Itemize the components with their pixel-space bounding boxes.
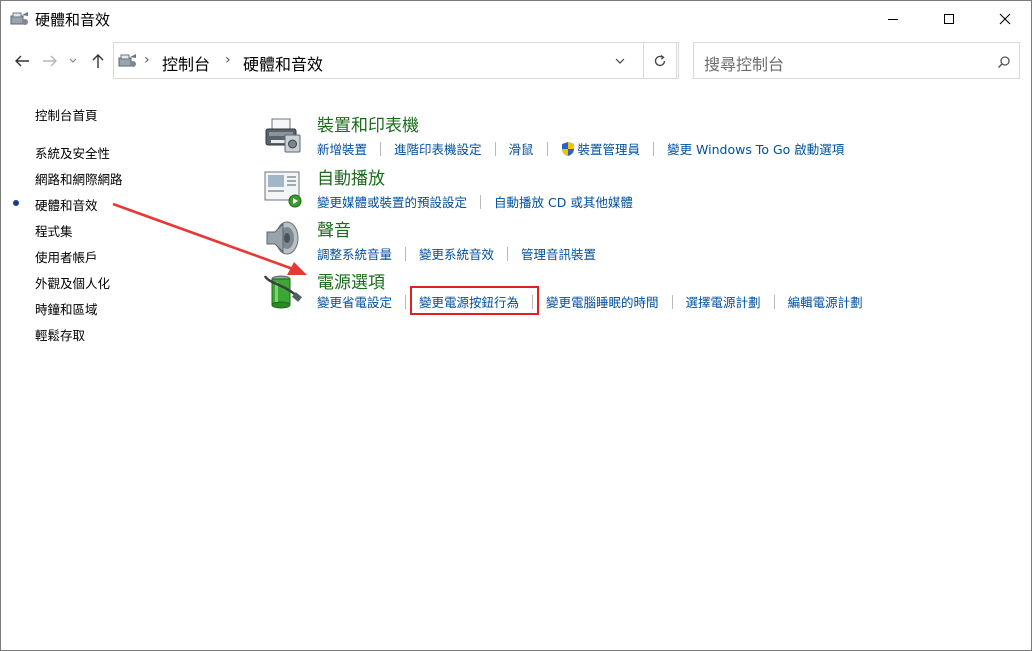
category-autoplay: 自動播放 變更媒體或裝置的預設設定 自動播放 CD 或其他媒體 [263, 164, 1023, 216]
address-bar[interactable]: › 控制台 › 硬體和音效 [113, 42, 679, 79]
link-divider [380, 141, 382, 156]
annotation-arrow [112, 202, 307, 275]
breadcrumb-control-panel[interactable]: 控制台 [162, 51, 210, 75]
link-divider [671, 294, 673, 309]
chevron-down-icon [69, 58, 77, 63]
control-panel-icon [10, 11, 30, 27]
category-links: 變更媒體或裝置的預設設定 自動播放 CD 或其他媒體 [317, 192, 633, 211]
category-links: 變更省電設定 變更電源按鈕行為 變更電腦睡眠的時間 選擇電源計劃 編輯電源計劃 [317, 292, 863, 311]
nav-network-internet[interactable]: 網路和網際網路 [35, 169, 123, 188]
link-windows-to-go[interactable]: 變更 Windows To Go 啟動選項 [667, 139, 844, 158]
link-divider [494, 141, 496, 156]
category-title[interactable]: 聲音 [317, 216, 351, 241]
nav-control-panel-home[interactable]: 控制台首頁 [35, 105, 98, 124]
link-advanced-printer-setup[interactable]: 進階印表機設定 [394, 139, 482, 158]
link-device-manager[interactable]: 裝置管理員 [578, 139, 641, 158]
address-dropdown-button[interactable] [608, 43, 632, 78]
search-icon[interactable] [997, 54, 1011, 73]
refresh-button[interactable] [643, 42, 677, 79]
breadcrumb-separator-icon[interactable]: › [225, 52, 231, 68]
link-divider [507, 246, 509, 261]
category-devices-printers: 裝置和印表機 新增裝置 進階印表機設定 滑鼠 裝置管理員 變更 Windows … [263, 111, 1023, 163]
nav-appearance[interactable]: 外觀及個人化 [35, 273, 110, 292]
link-change-power-saving[interactable]: 變更省電設定 [317, 292, 392, 311]
minimize-icon [888, 19, 898, 20]
recent-locations-button[interactable] [65, 49, 81, 73]
category-links: 調整系統音量 變更系統音效 管理音訊裝置 [317, 244, 596, 263]
search-placeholder: 搜尋控制台 [704, 55, 785, 74]
link-divider [773, 294, 775, 309]
link-add-device[interactable]: 新增裝置 [317, 139, 367, 158]
refresh-icon [654, 54, 666, 66]
link-adjust-volume[interactable]: 調整系統音量 [317, 244, 392, 263]
up-button[interactable] [87, 49, 109, 73]
minimize-button[interactable] [870, 1, 916, 37]
category-title[interactable]: 電源選項 [317, 268, 385, 293]
breadcrumb-separator-icon[interactable]: › [144, 52, 150, 68]
category-title[interactable]: 自動播放 [317, 164, 385, 189]
link-mouse[interactable]: 滑鼠 [509, 139, 534, 158]
forward-button[interactable] [39, 49, 61, 73]
nav-system-security[interactable]: 系統及安全性 [35, 143, 110, 162]
link-divider [546, 141, 548, 156]
category-links: 新增裝置 進階印表機設定 滑鼠 裝置管理員 變更 Windows To Go 啟… [317, 139, 844, 158]
control-panel-window: 硬體和音效 › 控制台 › 硬體和音效 搜尋控制台 控制台首頁 系統及安全性 網… [0, 0, 1032, 651]
chevron-down-icon [615, 58, 625, 64]
printer-icon[interactable] [263, 113, 303, 155]
link-change-sounds[interactable]: 變更系統音效 [419, 244, 494, 263]
link-autoplay-cd[interactable]: 自動播放 CD 或其他媒體 [494, 192, 633, 211]
highlight-box [410, 286, 539, 315]
back-button[interactable] [11, 49, 33, 73]
autoplay-icon[interactable] [263, 166, 303, 208]
uac-shield-icon [561, 141, 574, 156]
arrow-right-icon [43, 55, 57, 67]
link-change-media-defaults[interactable]: 變更媒體或裝置的預設設定 [317, 192, 467, 211]
nav-user-accounts[interactable]: 使用者帳戶 [35, 247, 98, 266]
nav-ease-of-access[interactable]: 輕鬆存取 [35, 325, 85, 344]
link-edit-power-plan[interactable]: 編輯電源計劃 [788, 292, 863, 311]
search-input[interactable]: 搜尋控制台 [693, 42, 1020, 79]
link-change-sleep-time[interactable]: 變更電腦睡眠的時間 [546, 292, 659, 311]
window-title: 硬體和音效 [35, 11, 111, 29]
speaker-icon[interactable] [263, 218, 303, 260]
current-item-bullet [13, 200, 19, 206]
link-divider [480, 194, 482, 209]
category-sound: 聲音 調整系統音量 變更系統音效 管理音訊裝置 [263, 216, 1023, 268]
maximize-icon [944, 14, 954, 24]
category-power-options: 電源選項 變更省電設定 變更電源按鈕行為 變更電腦睡眠的時間 選擇電源計劃 編輯… [263, 268, 1023, 320]
breadcrumb-hardware-sound[interactable]: 硬體和音效 [243, 51, 323, 75]
link-divider [405, 246, 407, 261]
close-icon [999, 13, 1011, 25]
link-divider [405, 294, 407, 309]
control-panel-icon [118, 53, 138, 69]
arrow-left-icon [15, 55, 29, 67]
title-bar: 硬體和音效 [1, 1, 1031, 37]
nav-clock-region[interactable]: 時鐘和區域 [35, 299, 98, 318]
maximize-button[interactable] [926, 1, 972, 37]
category-title[interactable]: 裝置和印表機 [317, 111, 419, 136]
link-choose-power-plan[interactable]: 選擇電源計劃 [686, 292, 761, 311]
close-button[interactable] [982, 1, 1028, 37]
arrow-up-icon [92, 54, 104, 68]
nav-hardware-sound[interactable]: 硬體和音效 [35, 195, 98, 214]
nav-programs[interactable]: 程式集 [35, 221, 73, 240]
link-device-manager-wrap[interactable]: 裝置管理員 [561, 139, 641, 158]
link-divider [653, 141, 655, 156]
battery-icon[interactable] [263, 270, 303, 312]
link-manage-audio-devices[interactable]: 管理音訊裝置 [521, 244, 596, 263]
